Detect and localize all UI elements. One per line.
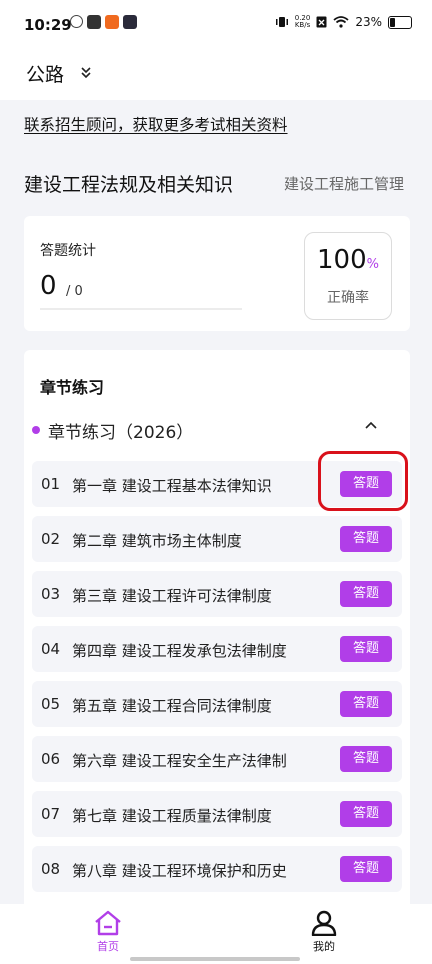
net-speed: 0.20 KB/s: [294, 14, 311, 29]
chapter-group-header[interactable]: 章节练习（2026）: [32, 416, 402, 444]
switch-subject-link[interactable]: 建设工程施工管理: [284, 173, 404, 194]
bottom-nav: 首页 我的: [0, 904, 432, 964]
chapter-row[interactable]: 03 第三章 建设工程许可法律制度 答题: [32, 571, 402, 617]
nav-home[interactable]: 首页: [78, 910, 138, 954]
nav-mine[interactable]: 我的: [294, 910, 354, 954]
nav-home-label: 首页: [97, 940, 119, 953]
progress-bar: [40, 308, 242, 310]
chapter-practice-title: 章节练习: [40, 378, 105, 397]
contact-advisor-link[interactable]: 联系招生顾问，获取更多考试相关资料: [24, 113, 288, 135]
sim-off-icon: [316, 16, 327, 28]
chapter-practice-card: 章节练习 章节练习（2026） 01 第一章 建设工程基本法律知识 答题 02 …: [24, 350, 410, 910]
wifi-icon: [333, 16, 349, 28]
accuracy-value: 100%: [317, 245, 379, 275]
chapter-row[interactable]: 02 第二章 建筑市场主体制度 答题: [32, 516, 402, 562]
chapter-name: 第七章 建设工程质量法律制度: [72, 807, 272, 825]
chapter-number: 05: [41, 695, 61, 713]
stats-card: 答题统计 0 / 0 100% 正确率: [24, 216, 410, 331]
chapter-row[interactable]: 04 第四章 建设工程发承包法律制度 答题: [32, 626, 402, 672]
chevron-up-icon[interactable]: [364, 420, 378, 430]
answer-button[interactable]: 答题: [340, 856, 392, 882]
chapter-group-label: 章节练习（2026）: [48, 423, 194, 443]
chapter-number: 03: [41, 585, 61, 603]
status-bar: 10:29 0.20 KB/s 23%: [0, 0, 432, 50]
orange-app-icon: [105, 15, 119, 29]
battery-percent: 23%: [355, 15, 382, 29]
bullet-dot-icon: [32, 426, 40, 434]
battery-icon: [388, 15, 412, 29]
stats-label: 答题统计: [40, 243, 96, 259]
status-time: 10:29: [24, 16, 72, 34]
notification-icons: [70, 15, 137, 29]
chapter-name: 第三章 建设工程许可法律制度: [72, 587, 272, 605]
answer-button[interactable]: 答题: [340, 526, 392, 552]
double-chevron-down-icon[interactable]: [80, 65, 92, 79]
answer-button[interactable]: 答题: [340, 801, 392, 827]
answer-button[interactable]: 答题: [340, 581, 392, 607]
chapter-number: 06: [41, 750, 61, 768]
chapter-name: 第八章 建设工程环境保护和历史: [72, 862, 287, 880]
subject-title: 建设工程法规及相关知识: [24, 174, 234, 196]
chapter-name: 第四章 建设工程发承包法律制度: [72, 642, 287, 660]
total-count: / 0: [66, 284, 83, 299]
exam-category-title[interactable]: 公路: [26, 60, 64, 87]
chapter-name: 第六章 建设工程安全生产法律制: [72, 752, 287, 770]
home-indicator: [130, 957, 300, 961]
chapter-name: 第一章 建设工程基本法律知识: [72, 477, 272, 495]
nav-mine-label: 我的: [313, 940, 335, 953]
user-icon: [311, 910, 337, 936]
status-right: 0.20 KB/s 23%: [275, 15, 412, 29]
chapter-number: 08: [41, 860, 61, 878]
mail-app-icon: [87, 15, 101, 29]
chapter-row[interactable]: 07 第七章 建设工程质量法律制度 答题: [32, 791, 402, 837]
chapter-row[interactable]: 08 第八章 建设工程环境保护和历史 答题: [32, 846, 402, 892]
home-icon: [95, 910, 121, 936]
chapter-name: 第二章 建筑市场主体制度: [72, 532, 242, 550]
swirl-app-icon: [70, 15, 83, 28]
answered-count: 0: [40, 271, 57, 301]
top-header: 公路: [0, 50, 432, 100]
play-app-icon: [123, 15, 137, 29]
chapter-row[interactable]: 05 第五章 建设工程合同法律制度 答题: [32, 681, 402, 727]
accuracy-box: 100% 正确率: [304, 232, 392, 320]
vibrate-icon: [275, 17, 288, 27]
chapter-number: 07: [41, 805, 61, 823]
chapter-number: 01: [41, 475, 61, 493]
chapter-row[interactable]: 06 第六章 建设工程安全生产法律制 答题: [32, 736, 402, 782]
highlight-annotation: [318, 451, 408, 511]
chapter-number: 02: [41, 530, 61, 548]
chapter-name: 第五章 建设工程合同法律制度: [72, 697, 272, 715]
answer-button[interactable]: 答题: [340, 636, 392, 662]
answer-button[interactable]: 答题: [340, 746, 392, 772]
answer-button[interactable]: 答题: [340, 691, 392, 717]
accuracy-label: 正确率: [327, 290, 369, 306]
chapter-number: 04: [41, 640, 61, 658]
